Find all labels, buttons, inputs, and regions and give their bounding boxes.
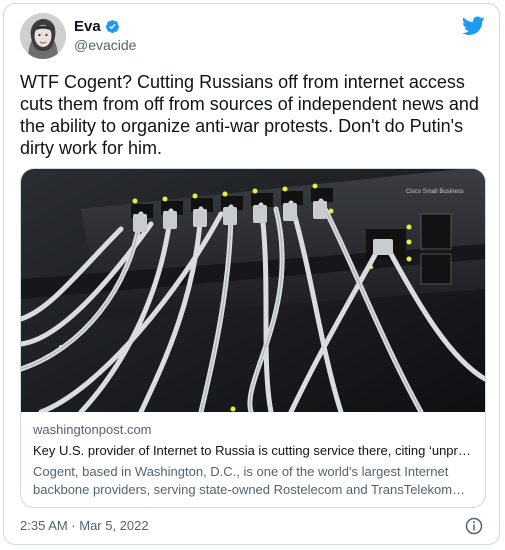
author-name-row[interactable]: Eva — [74, 18, 120, 35]
tweet-card: Eva @evacide WTF Cogent? Cutting Russian… — [3, 3, 500, 545]
verified-badge-icon — [105, 19, 119, 34]
twitter-bird-icon[interactable] — [462, 16, 485, 36]
card-domain: washingtonpost.com — [33, 422, 152, 437]
avatar-photo — [20, 13, 66, 59]
card-meta: washingtonpost.com Key U.S. provider of … — [33, 421, 477, 499]
card-description: Cogent, based in Washington, D.C., is on… — [33, 464, 466, 497]
card-image[interactable]: Cisco Small Business — [21, 169, 485, 412]
device-label: Cisco Small Business — [406, 189, 464, 195]
tweet-text: WTF Cogent? Cutting Russians off from in… — [20, 72, 479, 158]
link-card[interactable]: Cisco Small Business washingtonpost.com … — [20, 168, 486, 508]
card-title[interactable]: Key U.S. provider of Internet to Russia … — [33, 442, 477, 460]
tweet-timestamp[interactable]: 2:35 AM · Mar 5, 2022 — [20, 518, 149, 533]
author-name[interactable]: Eva — [74, 18, 101, 35]
info-icon[interactable] — [465, 517, 483, 535]
author-handle[interactable]: @evacide — [74, 37, 136, 53]
avatar[interactable] — [20, 13, 66, 59]
